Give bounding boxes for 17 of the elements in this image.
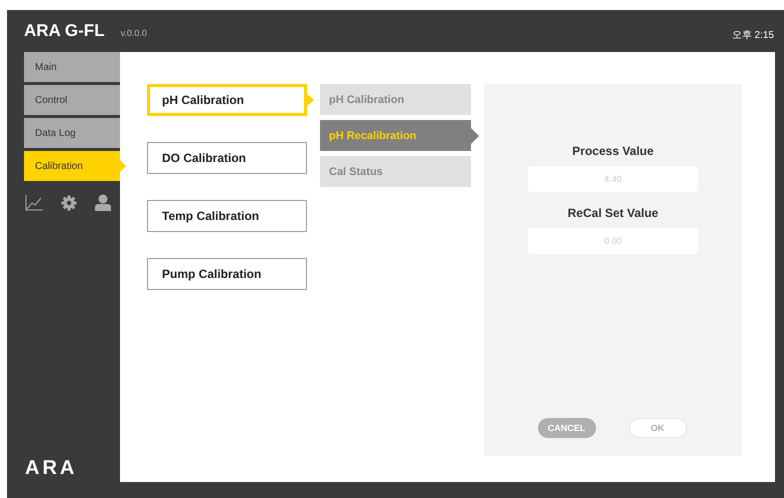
calibration-button[interactable]: DO Calibration xyxy=(147,142,307,174)
user-icon[interactable] xyxy=(95,194,111,211)
calibration-button[interactable]: pH Calibration xyxy=(147,84,307,116)
footer-logo: ARA xyxy=(24,457,78,480)
app-title: ARA G-FL xyxy=(24,21,105,41)
field-label: Process Value xyxy=(572,144,654,158)
version-label: v.0.0.0 xyxy=(120,28,147,38)
nav-item[interactable]: Data Log xyxy=(24,118,120,148)
nav-item[interactable]: Calibration xyxy=(24,151,120,181)
nav-item[interactable]: Main xyxy=(24,52,120,82)
calibration-button[interactable]: Pump Calibration xyxy=(147,258,307,290)
clock-time: 오후 2:15 xyxy=(732,29,774,42)
settings-icon[interactable] xyxy=(61,194,77,210)
field-label: ReCal Set Value xyxy=(568,206,658,220)
nav-item[interactable]: Control xyxy=(24,85,120,115)
calibration-button[interactable]: Temp Calibration xyxy=(147,200,307,232)
chart-icon[interactable] xyxy=(25,194,43,210)
